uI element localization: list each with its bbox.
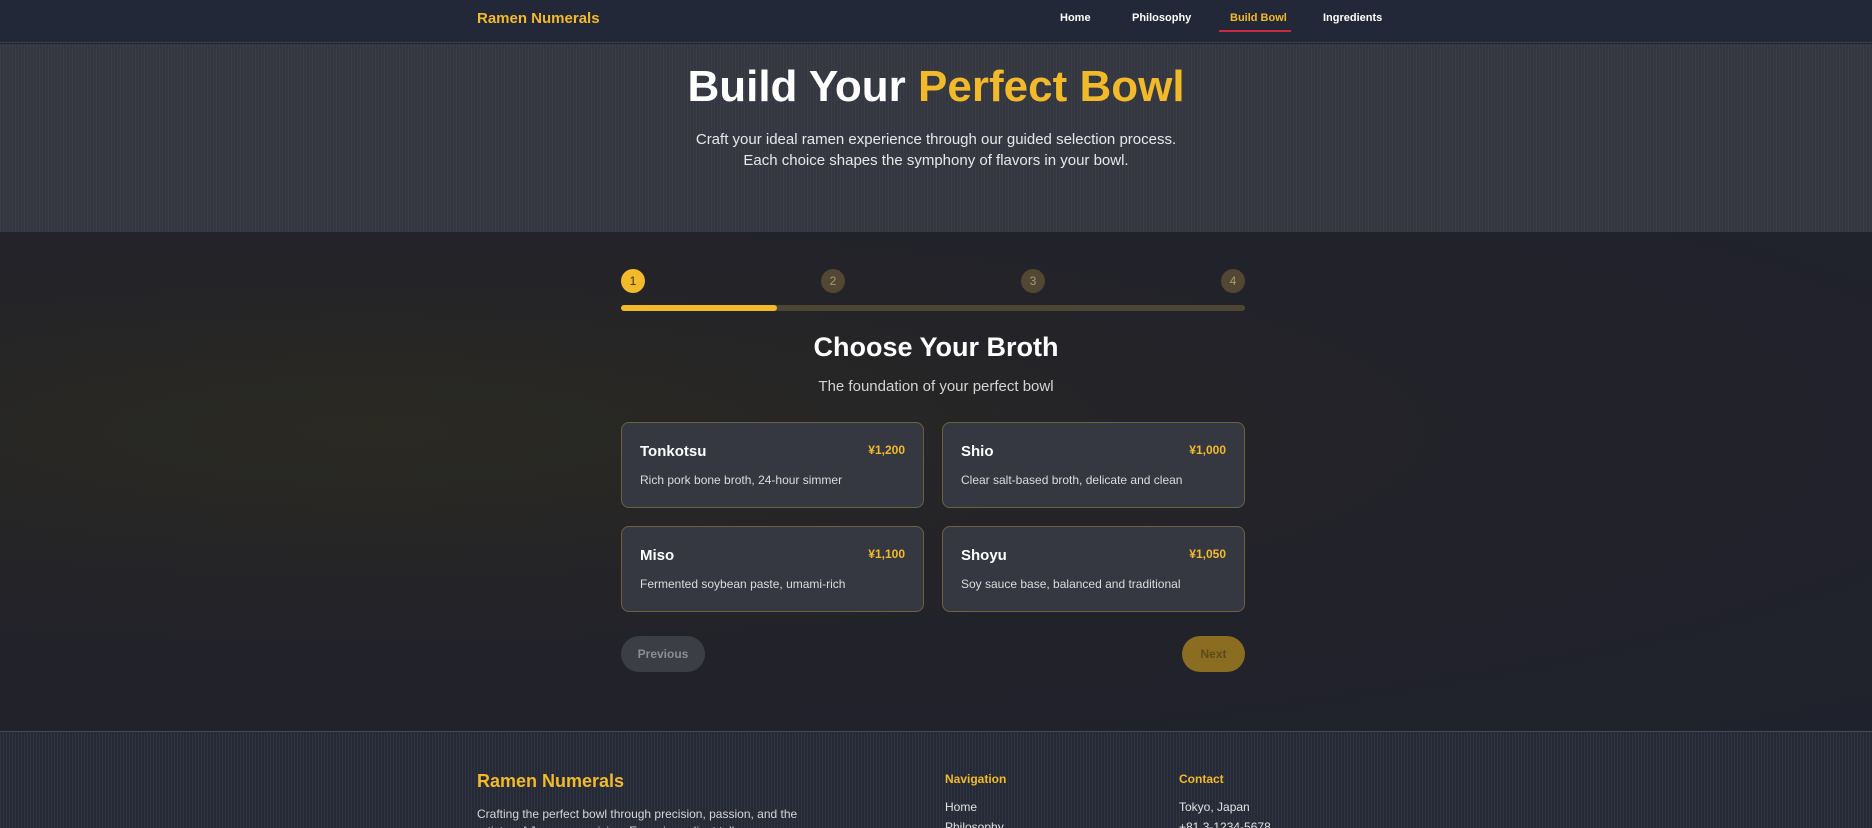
footer-about-text: Crafting the perfect bowl through precis…	[477, 807, 798, 828]
progress-bar	[621, 305, 1245, 311]
step-indicator-1[interactable]: 1	[621, 269, 645, 293]
option-price: ¥1,050	[1189, 547, 1226, 561]
option-name: Shoyu	[961, 547, 1007, 564]
footer-contact-phone: +81 3-1234-5678	[1179, 820, 1271, 828]
option-description: Fermented soybean paste, umami-rich	[640, 577, 846, 591]
step-indicator-3[interactable]: 3	[1021, 269, 1045, 293]
option-name: Miso	[640, 547, 675, 564]
hero-title-accent: Perfect Bowl	[918, 62, 1185, 111]
step-indicator-4[interactable]: 4	[1221, 269, 1245, 293]
option-description: Soy sauce base, balanced and traditional	[961, 577, 1181, 591]
option-price: ¥1,100	[868, 547, 905, 561]
next-button[interactable]: Next	[1182, 636, 1245, 672]
option-price: ¥1,000	[1189, 443, 1226, 457]
broth-option-tonkotsu[interactable]: Tonkotsu ¥1,200 Rich pork bone broth, 24…	[621, 422, 924, 508]
previous-button[interactable]: Previous	[621, 636, 705, 672]
hero-section: Build Your Perfect Bowl Craft your ideal…	[0, 44, 1872, 232]
footer-nav-link-philosophy[interactable]: Philosophy	[945, 820, 1004, 828]
step-indicator-2[interactable]: 2	[821, 269, 845, 293]
nav-link-philosophy[interactable]: Philosophy	[1132, 12, 1191, 24]
active-nav-indicator	[1219, 30, 1291, 32]
footer-contact-location: Tokyo, Japan	[1179, 800, 1250, 814]
progress-bar-fill	[621, 305, 777, 311]
nav-link-home[interactable]: Home	[1060, 12, 1091, 24]
hero-title: Build Your Perfect Bowl	[0, 62, 1872, 112]
hero-title-main: Build Your	[687, 62, 919, 111]
option-name: Shio	[961, 443, 994, 460]
option-name: Tonkotsu	[640, 443, 707, 460]
step-progress: 1 2 3 4	[621, 269, 1245, 311]
nav-link-build-bowl[interactable]: Build Bowl	[1230, 12, 1287, 24]
footer-nav-link-home[interactable]: Home	[945, 800, 977, 814]
hero-subtitle: Craft your ideal ramen experience throug…	[695, 131, 1177, 169]
footer-contact-heading: Contact	[1179, 772, 1224, 786]
broth-option-shoyu[interactable]: Shoyu ¥1,050 Soy sauce base, balanced an…	[942, 526, 1245, 612]
nav-links: Home Philosophy Build Bowl Ingredients	[0, 0, 1872, 43]
builder-section: 1 2 3 4 Choose Your Broth The foundation…	[0, 232, 1872, 731]
step-subtitle: The foundation of your perfect bowl	[818, 378, 1054, 395]
step-title: Choose Your Broth	[813, 332, 1059, 362]
option-description: Clear salt-based broth, delicate and cle…	[961, 473, 1183, 487]
broth-option-shio[interactable]: Shio ¥1,000 Clear salt-based broth, deli…	[942, 422, 1245, 508]
footer-brand: Ramen Numerals	[477, 771, 625, 791]
nav-link-ingredients[interactable]: Ingredients	[1323, 12, 1382, 24]
footer: Ramen Numerals Crafting the perfect bowl…	[0, 731, 1872, 828]
option-price: ¥1,200	[868, 443, 905, 457]
top-navbar: Ramen Numerals Home Philosophy Build Bow…	[0, 0, 1872, 43]
broth-option-miso[interactable]: Miso ¥1,100 Fermented soybean paste, uma…	[621, 526, 924, 612]
option-description: Rich pork bone broth, 24-hour simmer	[640, 473, 843, 487]
footer-nav-heading: Navigation	[945, 772, 1007, 786]
